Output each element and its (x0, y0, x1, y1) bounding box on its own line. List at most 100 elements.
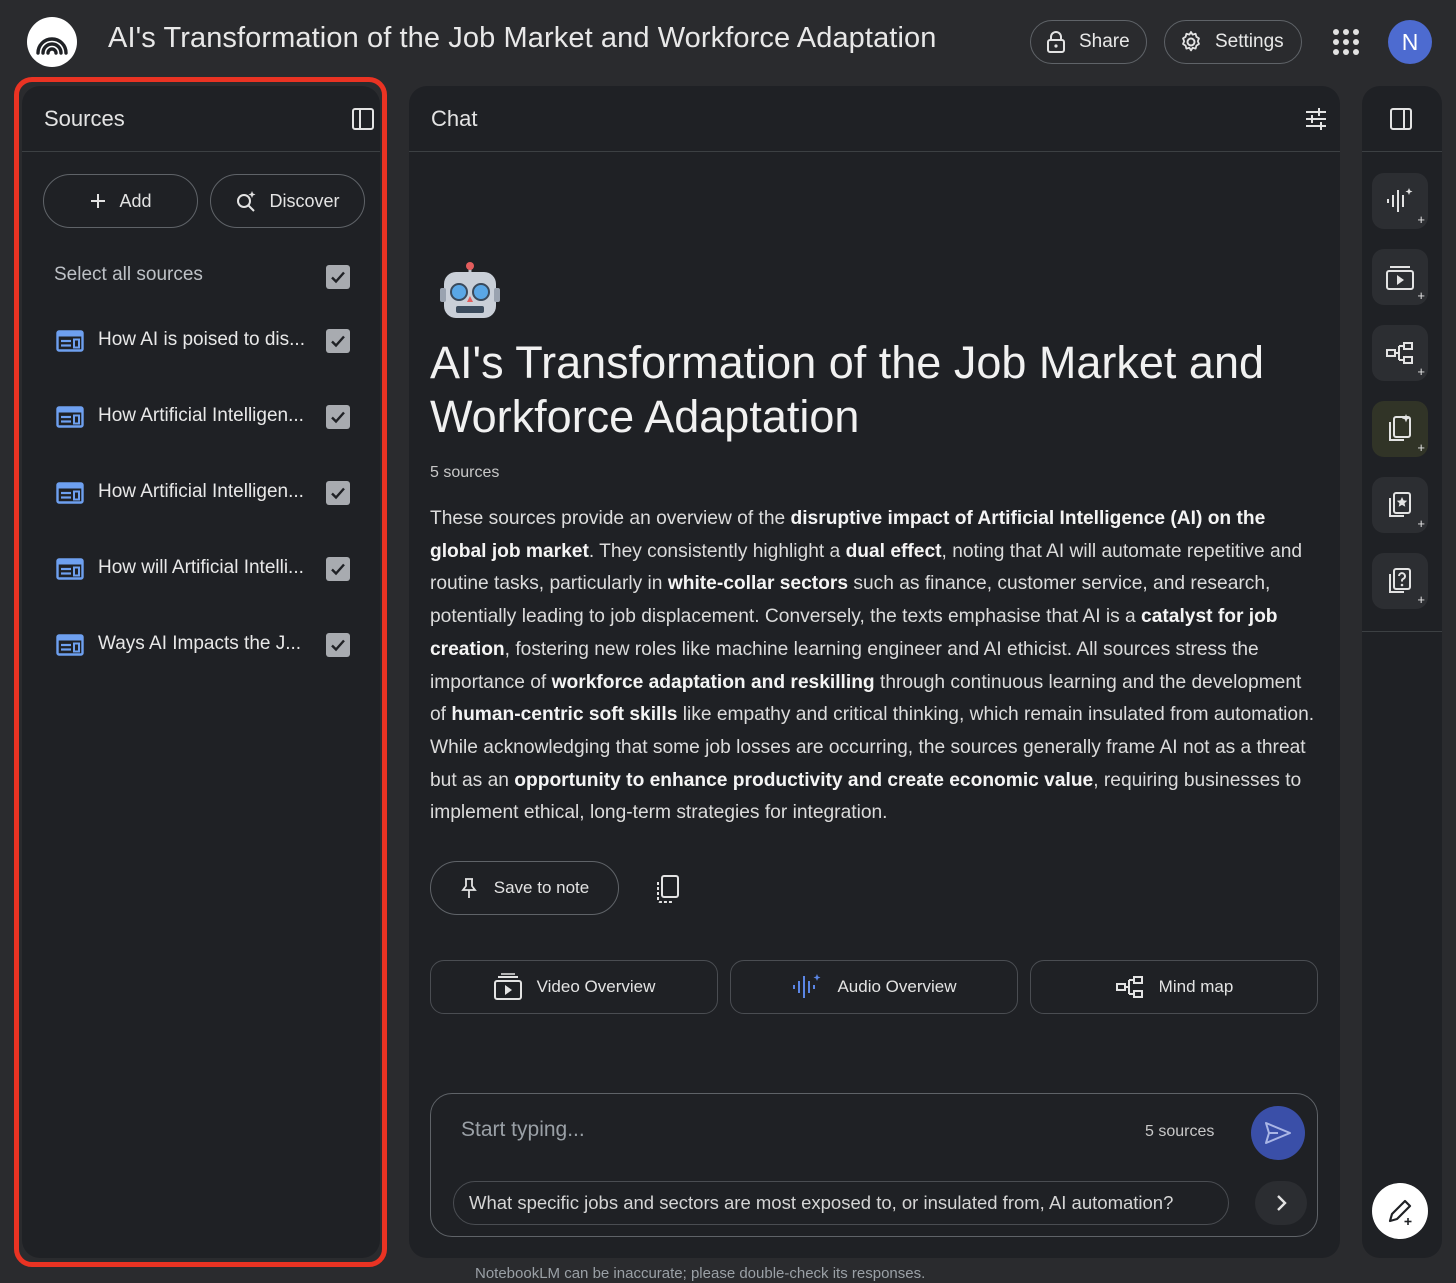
sources-header: Sources (22, 86, 380, 152)
source-item-label: Ways AI Impacts the J... (98, 633, 302, 654)
source-checkbox[interactable] (326, 329, 350, 353)
settings-button[interactable]: Settings (1164, 20, 1302, 64)
mind-map-label: Mind map (1158, 977, 1234, 996)
source-checkbox[interactable] (326, 557, 350, 581)
send-icon (1265, 1122, 1291, 1144)
robot-emoji-icon (440, 262, 500, 318)
plus-icon: + (1417, 364, 1425, 379)
studio-quiz-button[interactable]: + (1372, 553, 1428, 609)
audio-overview-button[interactable]: Audio Overview (730, 960, 1018, 1014)
logo-arcs (36, 37, 68, 55)
video-overview-label: Video Overview (536, 977, 656, 996)
chat-panel: Chat AI's Transformation of the Job Mark… (409, 86, 1340, 1258)
select-all-checkbox[interactable] (326, 265, 350, 289)
studio-header (1362, 86, 1442, 152)
audio-overview-icon (793, 974, 821, 998)
avatar[interactable]: N (1388, 20, 1432, 64)
save-to-note-label: Save to note (493, 878, 590, 897)
web-source-icon (56, 482, 84, 504)
collapse-panel-icon[interactable] (350, 106, 376, 132)
source-item[interactable]: How Artificial Intelligen... (22, 467, 380, 521)
mind-map-button[interactable]: Mind map (1030, 960, 1318, 1014)
studio-audio-overview-button[interactable]: + (1372, 173, 1428, 229)
pin-icon (460, 878, 477, 898)
check-icon (331, 335, 345, 348)
source-checkbox[interactable] (326, 405, 350, 429)
sources-title: Sources (44, 106, 125, 131)
discover-button[interactable]: Discover (210, 174, 365, 228)
source-item[interactable]: How will Artificial Intelli... (22, 543, 380, 597)
summary-text: . They consistently highlight a (588, 540, 846, 562)
studio-report-button[interactable]: + (1372, 401, 1428, 457)
audio-wave-icon (1387, 188, 1413, 212)
plus-icon (91, 194, 106, 208)
discover-label: Discover (269, 190, 340, 211)
add-source-button[interactable]: Add (43, 174, 198, 228)
web-source-icon (56, 330, 84, 352)
web-source-icon (56, 558, 84, 580)
source-item[interactable]: Ways AI Impacts the J... (22, 619, 380, 673)
source-count: 5 sources (430, 464, 500, 481)
top-bar: AI's Transformation of the Job Market an… (0, 0, 1456, 84)
source-item[interactable]: How AI is poised to dis... (22, 315, 380, 369)
source-item[interactable]: How Artificial Intelligen... (22, 391, 380, 445)
notebook-title-header[interactable]: AI's Transformation of the Job Market an… (108, 22, 936, 55)
studio-mind-map-button[interactable]: + (1372, 325, 1428, 381)
plus-icon: + (1417, 516, 1425, 531)
send-button[interactable] (1251, 1106, 1305, 1160)
discover-search-icon (237, 191, 256, 212)
next-suggestion-button[interactable] (1255, 1181, 1307, 1225)
audio-overview-label: Audio Overview (837, 977, 957, 996)
studio-divider (1362, 631, 1442, 632)
summary-highlight: workforce adaptation and reskilling (551, 671, 875, 693)
source-item-label: How Artificial Intelligen... (98, 405, 304, 426)
check-icon (331, 411, 345, 424)
source-item-label: How AI is poised to dis... (98, 329, 305, 350)
tune-settings-icon[interactable] (1303, 106, 1329, 132)
chat-header: Chat (409, 86, 1340, 152)
notebook-summary: These sources provide an overview of the… (430, 503, 1322, 830)
share-label: Share (1079, 31, 1130, 52)
summary-highlight: white-collar sectors (667, 573, 849, 595)
source-item-label: How will Artificial Intelli... (98, 557, 304, 578)
composer-source-count: 5 sources (1145, 1123, 1215, 1140)
plus-icon: + (1417, 288, 1425, 303)
gear-icon (1182, 31, 1200, 52)
plus-icon: + (1417, 440, 1425, 455)
suggested-question-chip[interactable]: What specific jobs and sectors are most … (453, 1181, 1229, 1225)
studio-video-overview-button[interactable]: + (1372, 249, 1428, 305)
disclaimer: NotebookLM can be inaccurate; please dou… (475, 1265, 926, 1282)
check-icon (331, 563, 345, 576)
studio-flashcards-button[interactable]: + (1372, 477, 1428, 533)
settings-label: Settings (1215, 31, 1284, 52)
summary-highlight: human-centric soft skills (451, 704, 678, 726)
chat-input[interactable] (461, 1118, 1101, 1142)
mind-map-icon (1115, 976, 1143, 998)
summary-highlight: opportunity to enhance productivity and … (514, 769, 1094, 791)
share-button[interactable]: Share (1030, 20, 1147, 64)
plus-icon: + (1417, 592, 1425, 607)
apps-grid-icon[interactable] (1333, 29, 1359, 55)
copy-icon[interactable] (655, 874, 681, 904)
web-source-icon (56, 634, 84, 656)
notebook-title: AI's Transformation of the Job Market an… (430, 337, 1264, 442)
lock-icon (1047, 31, 1065, 53)
video-overview-icon (493, 973, 522, 1000)
summary-highlight: dual effect (845, 540, 942, 562)
save-to-note-button[interactable]: Save to note (430, 861, 619, 915)
quiz-question-icon (1389, 568, 1411, 593)
expand-studio-icon[interactable] (1388, 106, 1414, 132)
studio-panel: + + + + + + (1362, 86, 1442, 1258)
source-checkbox[interactable] (326, 481, 350, 505)
check-icon (331, 487, 345, 500)
source-checkbox[interactable] (326, 633, 350, 657)
video-overview-button[interactable]: Video Overview (430, 960, 718, 1014)
add-label: Add (119, 190, 152, 211)
add-note-button[interactable] (1372, 1183, 1428, 1239)
sources-panel: Sources Add Discover Select all sources … (22, 86, 380, 1258)
mind-map-icon (1386, 342, 1413, 364)
chevron-right-icon (1277, 1195, 1287, 1211)
chat-composer: 5 sources What specific jobs and sectors… (430, 1093, 1318, 1237)
check-icon (331, 271, 345, 284)
notebooklm-logo-icon[interactable] (27, 17, 77, 67)
